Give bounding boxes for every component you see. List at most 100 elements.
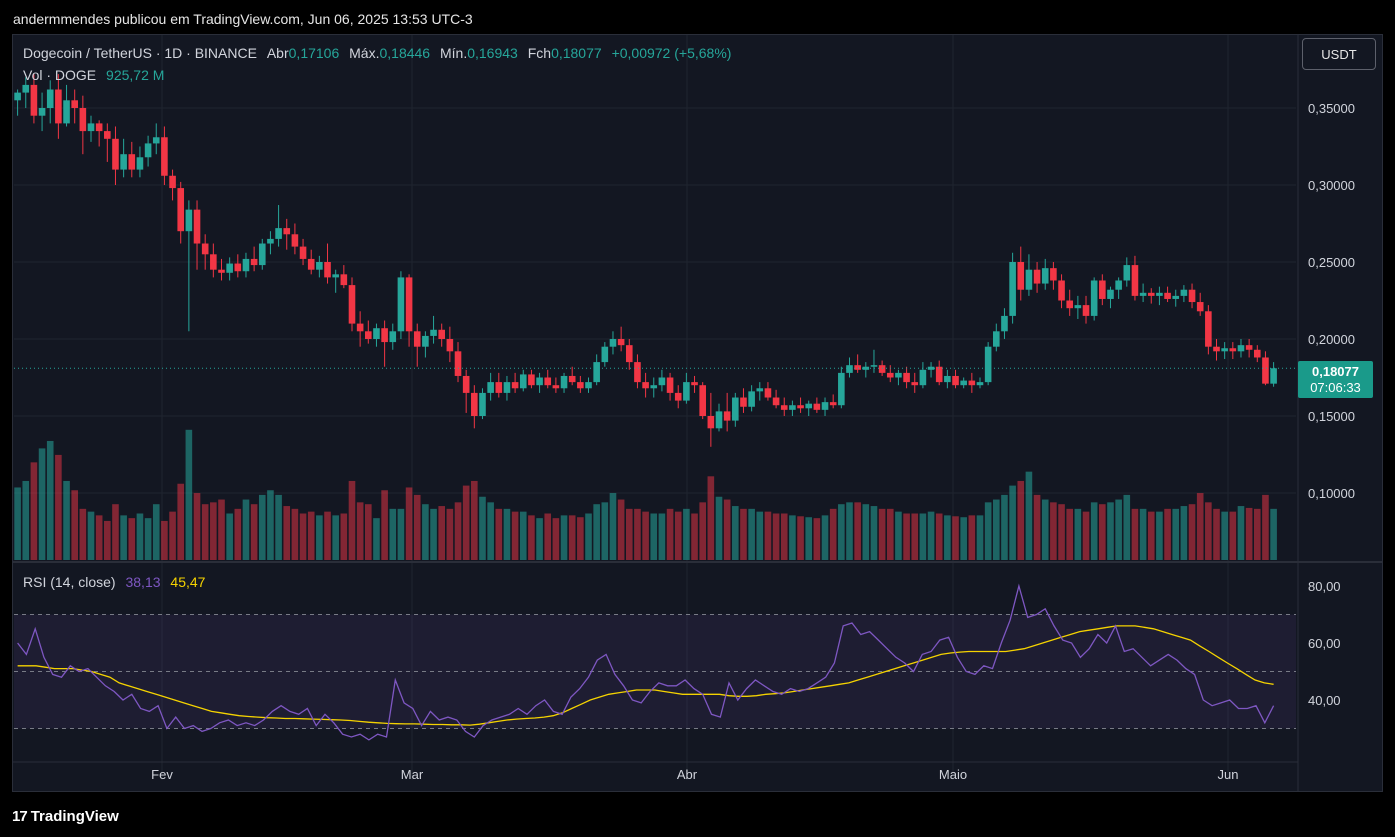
candle xyxy=(136,146,144,178)
candle xyxy=(120,138,127,178)
candle-body xyxy=(177,188,185,232)
candle-body xyxy=(993,331,1000,347)
volume-bar xyxy=(528,515,535,560)
candle xyxy=(1115,277,1122,299)
candle-body xyxy=(846,365,853,373)
candle-body xyxy=(1107,289,1114,299)
candle xyxy=(960,377,967,389)
volume-bar xyxy=(642,511,649,560)
symbol-name[interactable]: Dogecoin / TetherUS · 1D · BINANCE xyxy=(23,45,257,61)
candle-body xyxy=(723,411,731,421)
candle xyxy=(63,84,70,127)
candle-body xyxy=(568,375,576,383)
candle xyxy=(373,323,380,347)
candle-body xyxy=(1050,268,1057,281)
volume-bar xyxy=(1058,504,1065,560)
candle-body xyxy=(1033,269,1041,284)
candle xyxy=(650,377,658,398)
candle xyxy=(1262,351,1269,386)
candle xyxy=(1058,274,1065,309)
candle xyxy=(642,372,649,398)
candle xyxy=(756,382,764,401)
candle-body xyxy=(593,362,600,383)
high-value: 0,18446 xyxy=(379,45,431,61)
candle xyxy=(332,269,339,293)
candle-body xyxy=(1082,305,1090,316)
volume-bar xyxy=(715,496,723,560)
candle-body xyxy=(161,137,168,176)
volume-bar xyxy=(870,506,878,560)
candle-body xyxy=(14,92,21,101)
candle xyxy=(348,277,356,332)
candle-body xyxy=(413,331,421,347)
candle xyxy=(381,320,388,367)
candle-body xyxy=(1205,311,1212,347)
time-tick-label: Maio xyxy=(939,767,967,782)
volume-bar xyxy=(340,513,348,560)
candle xyxy=(1270,362,1277,387)
candle-body xyxy=(1066,300,1074,309)
candle-body xyxy=(748,391,755,407)
volume-bar xyxy=(780,513,788,560)
candle xyxy=(560,372,568,393)
currency-button[interactable]: USDT xyxy=(1302,38,1376,70)
candle-body xyxy=(772,397,780,406)
volume-bar xyxy=(960,517,967,560)
candle-body xyxy=(87,123,95,132)
candle-body xyxy=(1172,295,1180,299)
volume-bar xyxy=(316,515,323,560)
volume-bar xyxy=(1172,508,1180,560)
candle-body xyxy=(1196,302,1204,312)
candle xyxy=(683,372,690,404)
candle xyxy=(14,89,21,116)
candle xyxy=(95,120,103,147)
candle-body xyxy=(479,392,486,416)
volume-bar xyxy=(862,504,870,560)
candle xyxy=(797,397,804,413)
candle-body xyxy=(560,375,568,389)
candle xyxy=(919,362,927,389)
candle-body xyxy=(1139,292,1147,296)
candle xyxy=(976,377,984,389)
candle xyxy=(617,326,625,352)
candle xyxy=(152,123,160,155)
candle xyxy=(46,80,54,124)
candle xyxy=(886,365,894,383)
price-tick-label: 0,30000 xyxy=(1308,178,1355,193)
candle-body xyxy=(226,263,233,273)
rsi-label[interactable]: RSI (14, close) xyxy=(23,574,116,590)
candle xyxy=(577,375,584,393)
volume-bar xyxy=(886,508,894,560)
volume-bar xyxy=(658,513,666,560)
candle-body xyxy=(1009,262,1016,316)
candle-body xyxy=(1180,289,1188,296)
low-value: 0,16943 xyxy=(467,45,518,61)
candle-body xyxy=(829,402,837,406)
candle xyxy=(699,382,706,420)
volume-bar xyxy=(601,502,609,560)
tradingview-logo[interactable]: 17 TradingView xyxy=(12,808,119,825)
candle-body xyxy=(634,362,641,383)
candle xyxy=(748,385,755,412)
candle-body xyxy=(30,84,38,116)
candle xyxy=(666,372,674,401)
candle xyxy=(634,354,641,389)
volume-bar xyxy=(1156,511,1163,560)
volume-bar xyxy=(438,506,446,560)
volume-bar xyxy=(1205,502,1212,560)
volume-bar xyxy=(275,494,282,560)
candle xyxy=(454,342,462,383)
candle-body xyxy=(805,403,813,409)
candle xyxy=(38,92,46,132)
volume-bar xyxy=(430,508,437,560)
candle-body xyxy=(976,382,984,386)
candle-body xyxy=(862,366,870,370)
chart-canvas[interactable]: 0,10000 0,15000 0,20000 0,25000 0,30000 0,350… xyxy=(0,0,1395,837)
candle-body xyxy=(299,246,307,259)
candle-body xyxy=(544,377,552,386)
candle xyxy=(528,369,535,389)
time-tick-label: Jun xyxy=(1218,767,1239,782)
candle-body xyxy=(46,89,54,108)
candle-body xyxy=(487,382,494,393)
volume-bar xyxy=(560,515,568,560)
